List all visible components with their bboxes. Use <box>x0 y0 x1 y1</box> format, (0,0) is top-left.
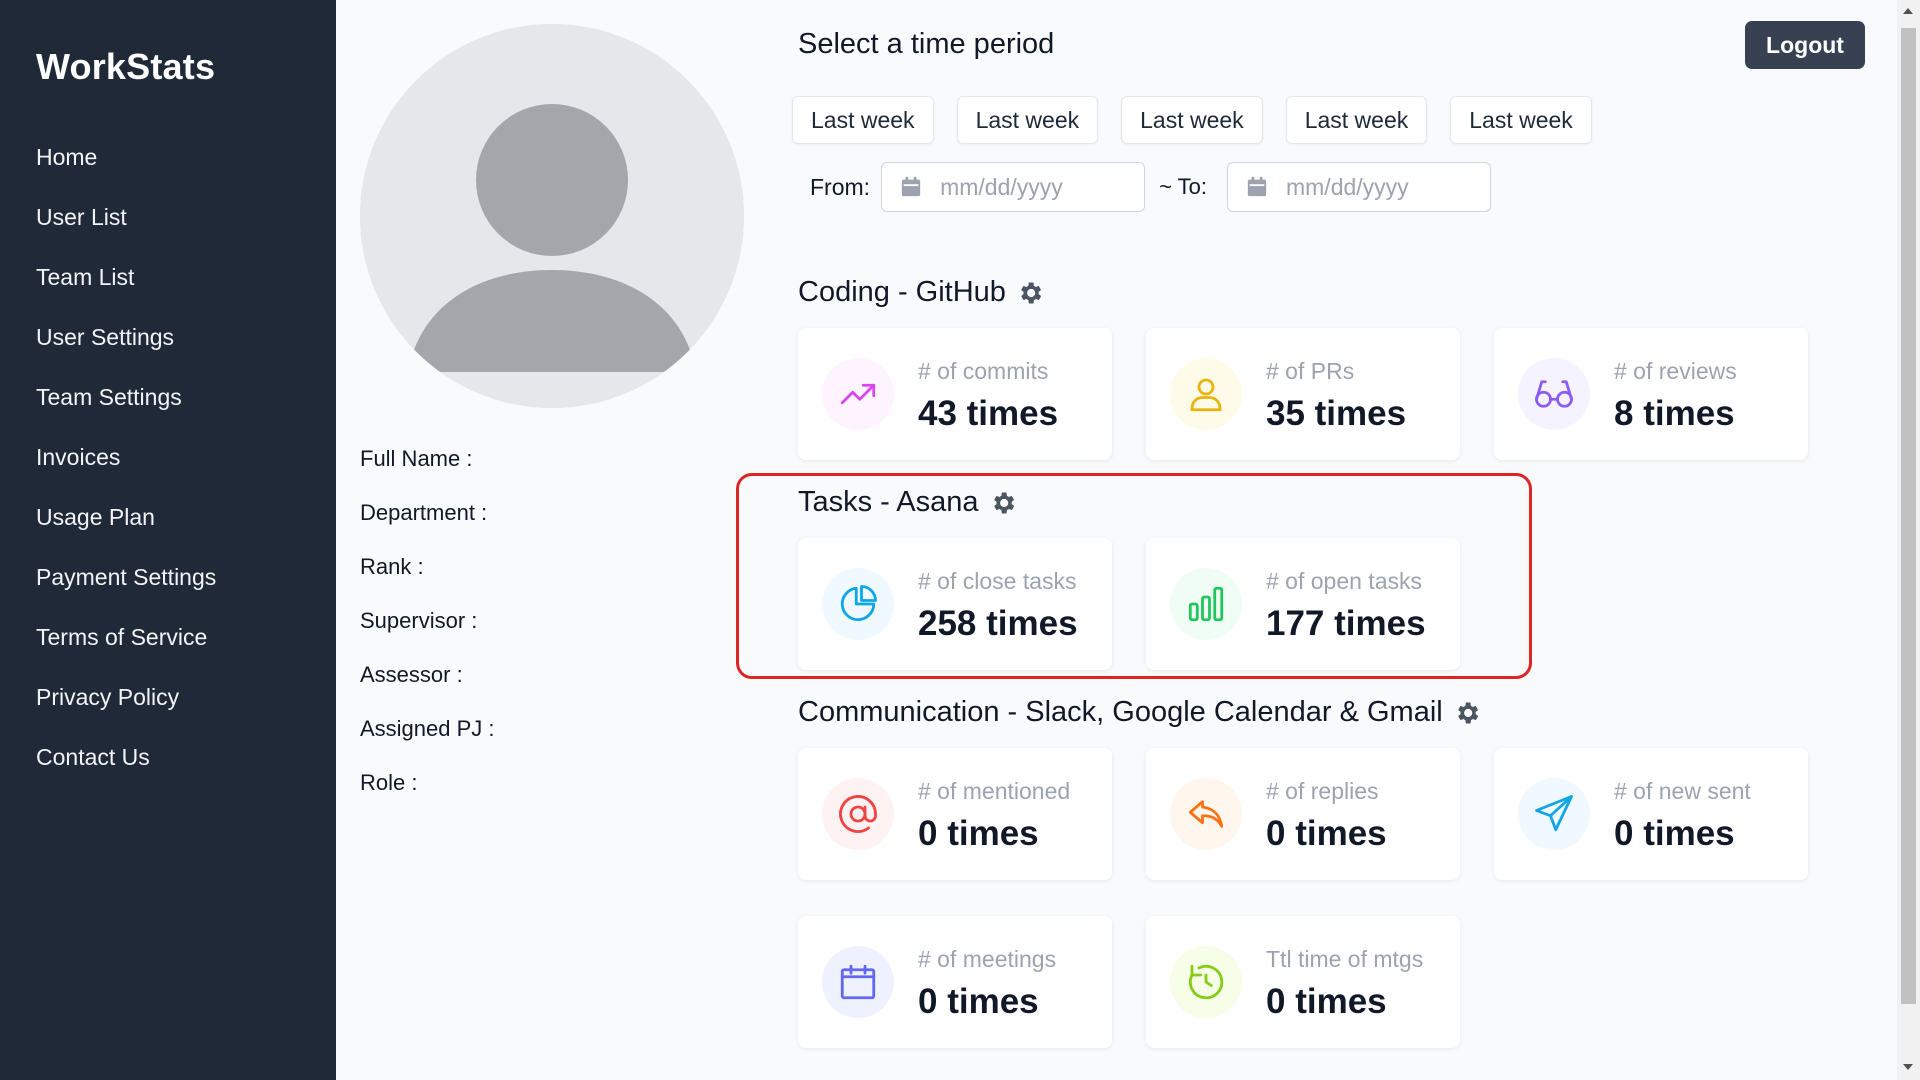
section-title-text: Tasks - Asana <box>798 486 979 518</box>
stat-label: # of replies <box>1266 778 1379 804</box>
period-button-3[interactable]: Last week <box>1121 96 1263 144</box>
sidebar-item-usage-plan[interactable]: Usage Plan <box>36 500 216 560</box>
to-label: ~ To: <box>1159 174 1207 199</box>
stat-label: # of open tasks <box>1266 568 1422 594</box>
stat-card-replies: # of replies 0 times <box>1146 748 1460 880</box>
stat-value: 0 times <box>1266 982 1387 1021</box>
period-button-4[interactable]: Last week <box>1285 96 1428 144</box>
reply-icon <box>1170 778 1242 850</box>
period-buttons: Last week Last week Last week Last week … <box>792 96 1592 144</box>
section-title-text: Communication - Slack, Google Calendar &… <box>798 696 1443 728</box>
user-icon <box>1170 358 1242 430</box>
supervisor-label: Supervisor : <box>360 608 478 633</box>
trending-up-icon <box>822 358 894 430</box>
from-date-field[interactable] <box>881 162 1146 212</box>
brand-logo[interactable]: WorkStats <box>36 46 215 88</box>
pie-chart-icon <box>822 568 894 640</box>
sidebar-item-team-list[interactable]: Team List <box>36 260 216 320</box>
assessor-label: Assessor : <box>360 662 463 687</box>
stat-label: # of PRs <box>1266 358 1355 384</box>
stat-value: 35 times <box>1266 394 1407 433</box>
rank-label: Rank : <box>360 554 424 579</box>
stat-card-meeting-time: Ttl time of mtgs 0 times <box>1146 916 1460 1048</box>
assigned-pj-label: Assigned PJ : <box>360 716 495 741</box>
scroll-up-arrow-icon[interactable] <box>1903 8 1913 14</box>
period-title: Select a time period <box>798 28 1055 60</box>
stat-value: 8 times <box>1614 394 1735 433</box>
period-button-2[interactable]: Last week <box>956 96 1099 144</box>
stat-card-close-tasks: # of close tasks 258 times <box>798 538 1112 670</box>
main-content: Select a time period Last week Last week… <box>792 0 1898 1080</box>
stat-label: # of meetings <box>918 946 1057 972</box>
calendar-icon[interactable] <box>900 176 922 198</box>
stat-card-commits: # of commits 43 times <box>798 328 1112 460</box>
sidebar-nav: Home User List Team List User Settings T… <box>36 140 216 800</box>
stat-card-meetings: # of meetings 0 times <box>798 916 1112 1048</box>
stat-card-prs: # of PRs 35 times <box>1146 328 1460 460</box>
section-title-tasks: Tasks - Asana <box>798 486 1017 519</box>
gear-icon[interactable] <box>989 489 1017 517</box>
section-title-coding: Coding - GitHub <box>798 276 1044 309</box>
sidebar-item-home[interactable]: Home <box>36 140 216 200</box>
glasses-icon <box>1518 358 1590 430</box>
stat-value: 0 times <box>1266 814 1387 853</box>
scrollbar-thumb[interactable] <box>1901 28 1916 1004</box>
sidebar: WorkStats Home User List Team List User … <box>0 0 336 1080</box>
gear-icon[interactable] <box>1016 279 1044 307</box>
calendar-icon <box>822 946 894 1018</box>
stat-value: 0 times <box>1614 814 1735 853</box>
calendar-icon[interactable] <box>1246 176 1268 198</box>
stat-card-new-sent: # of new sent 0 times <box>1494 748 1808 880</box>
stat-label: # of close tasks <box>918 568 1077 594</box>
send-icon <box>1518 778 1590 850</box>
stat-label: # of mentioned <box>918 778 1071 804</box>
avatar <box>360 24 744 408</box>
to-date-input[interactable] <box>1285 173 1476 201</box>
from-label: From: <box>810 173 871 200</box>
stat-value: 0 times <box>918 814 1039 853</box>
stat-value: 43 times <box>918 394 1059 433</box>
bar-chart-icon <box>1170 568 1242 640</box>
stat-value: 258 times <box>918 604 1078 643</box>
period-button-5[interactable]: Last week <box>1450 96 1592 144</box>
sidebar-item-team-settings[interactable]: Team Settings <box>36 380 216 440</box>
stat-label: # of reviews <box>1614 358 1737 384</box>
from-date-input[interactable] <box>940 173 1131 201</box>
at-sign-icon <box>822 778 894 850</box>
sidebar-item-user-list[interactable]: User List <box>36 200 216 260</box>
profile-fields: Full Name : Department : Rank : Supervis… <box>360 444 495 822</box>
stat-label: # of new sent <box>1614 778 1751 804</box>
stat-card-open-tasks: # of open tasks 177 times <box>1146 538 1460 670</box>
sidebar-item-terms-of-service[interactable]: Terms of Service <box>36 620 216 680</box>
gear-icon[interactable] <box>1453 699 1481 727</box>
stat-card-reviews: # of reviews 8 times <box>1494 328 1808 460</box>
to-date-field[interactable] <box>1226 162 1491 212</box>
sidebar-item-contact-us[interactable]: Contact Us <box>36 740 216 800</box>
sidebar-item-user-settings[interactable]: User Settings <box>36 320 216 380</box>
scroll-down-arrow-icon[interactable] <box>1903 1064 1913 1070</box>
section-title-text: Coding - GitHub <box>798 276 1006 308</box>
user-placeholder-icon <box>360 24 744 408</box>
sidebar-item-invoices[interactable]: Invoices <box>36 440 216 500</box>
stat-label: # of commits <box>918 358 1049 384</box>
sidebar-item-privacy-policy[interactable]: Privacy Policy <box>36 680 216 740</box>
clock-icon <box>1170 946 1242 1018</box>
period-button-1[interactable]: Last week <box>792 96 934 144</box>
stat-value: 0 times <box>918 982 1039 1021</box>
section-title-communication: Communication - Slack, Google Calendar &… <box>798 696 1481 729</box>
stat-value: 177 times <box>1266 604 1426 643</box>
department-label: Department : <box>360 500 488 525</box>
sidebar-item-payment-settings[interactable]: Payment Settings <box>36 560 216 620</box>
stat-card-mentioned: # of mentioned 0 times <box>798 748 1112 880</box>
full-name-label: Full Name : <box>360 446 473 471</box>
date-range: From: ~ To: <box>810 162 1491 212</box>
role-label: Role : <box>360 770 418 795</box>
stat-label: Ttl time of mtgs <box>1266 946 1424 972</box>
scrollbar[interactable] <box>1897 0 1920 1080</box>
